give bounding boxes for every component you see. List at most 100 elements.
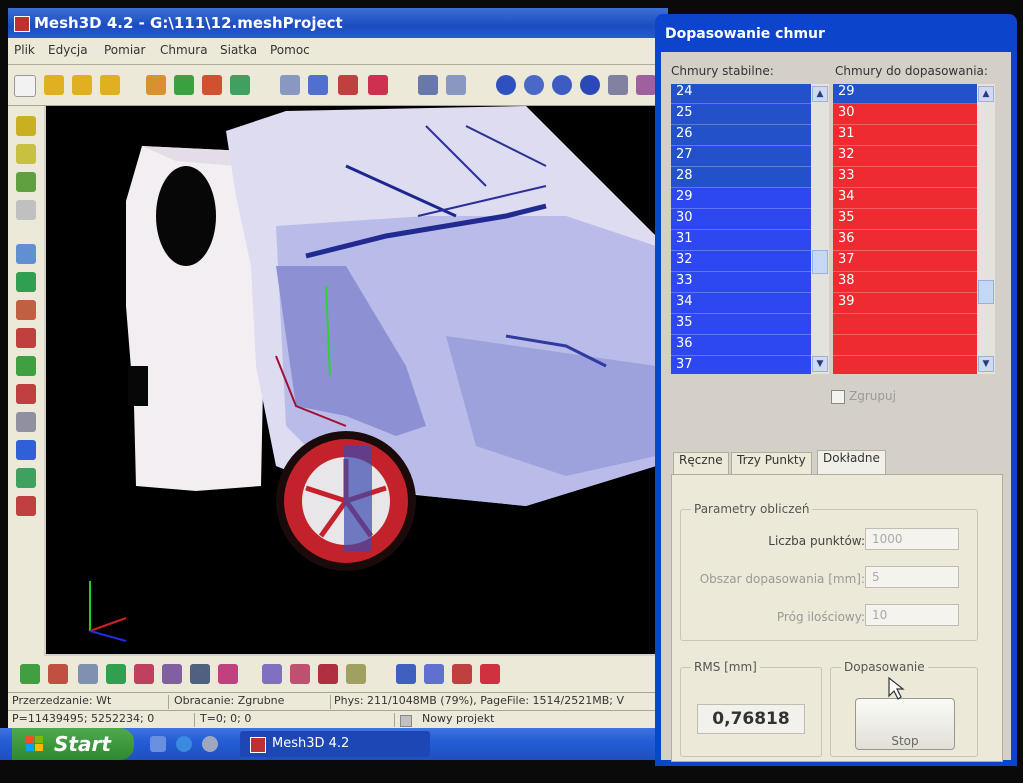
stable-cloud-item[interactable]: 28 bbox=[671, 168, 811, 188]
settings-icon[interactable] bbox=[636, 75, 656, 95]
move-icon[interactable] bbox=[16, 272, 36, 292]
scroll-up-icon[interactable]: ▲ bbox=[978, 86, 994, 102]
select-icon[interactable] bbox=[280, 75, 300, 95]
show-desktop-icon[interactable] bbox=[150, 736, 166, 752]
layers-edit-icon[interactable] bbox=[162, 664, 182, 684]
info-icon[interactable] bbox=[16, 200, 36, 220]
new-file-icon[interactable] bbox=[14, 75, 36, 97]
menu-chmura[interactable]: Chmura bbox=[160, 43, 208, 57]
scroll-up-icon[interactable]: ▲ bbox=[812, 86, 828, 102]
menu-pomoc[interactable]: Pomoc bbox=[270, 43, 310, 57]
redo-icon[interactable] bbox=[446, 75, 466, 95]
palette-icon[interactable] bbox=[218, 664, 238, 684]
line-icon[interactable] bbox=[190, 664, 210, 684]
cloud-tool-icon[interactable] bbox=[146, 75, 166, 95]
scroll-down-icon[interactable]: ▼ bbox=[812, 356, 828, 372]
menu-pomiar[interactable]: Pomiar bbox=[104, 43, 145, 57]
fit-cloud-item[interactable]: 36 bbox=[833, 231, 977, 251]
fit-cloud-item[interactable] bbox=[833, 336, 977, 356]
fit-cloud-item[interactable]: 32 bbox=[833, 147, 977, 167]
compare-icon[interactable] bbox=[452, 664, 472, 684]
pencil-icon[interactable] bbox=[16, 300, 36, 320]
fit-cloud-item[interactable]: 34 bbox=[833, 189, 977, 209]
decimate-icon[interactable] bbox=[318, 664, 338, 684]
smooth-icon[interactable] bbox=[290, 664, 310, 684]
fit-cloud-item[interactable]: 35 bbox=[833, 210, 977, 230]
hand-icon[interactable] bbox=[16, 412, 36, 432]
stop-button[interactable]: Stop bbox=[855, 698, 955, 750]
axis-x-icon[interactable] bbox=[16, 328, 36, 348]
fit-cloud-item[interactable]: 29 bbox=[833, 84, 977, 104]
mesh-tool-icon[interactable] bbox=[174, 75, 194, 95]
filter-icon[interactable] bbox=[262, 664, 282, 684]
pointer-icon[interactable] bbox=[78, 664, 98, 684]
terrain-icon[interactable] bbox=[16, 172, 36, 192]
mesh-merge-icon[interactable] bbox=[230, 75, 250, 95]
stable-cloud-item[interactable]: 25 bbox=[671, 105, 811, 125]
fit-cloud-item[interactable]: 31 bbox=[833, 126, 977, 146]
stable-cloud-item[interactable]: 31 bbox=[671, 231, 811, 251]
cube-solid-icon[interactable] bbox=[16, 440, 36, 460]
stable-cloud-item[interactable]: 36 bbox=[671, 336, 811, 356]
deviation-icon[interactable] bbox=[480, 664, 500, 684]
stable-cloud-item[interactable]: 24 bbox=[671, 84, 811, 104]
axis-z-icon[interactable] bbox=[16, 384, 36, 404]
stable-cloud-item[interactable]: 33 bbox=[671, 273, 811, 293]
register-icon[interactable] bbox=[424, 664, 444, 684]
import-icon[interactable] bbox=[72, 75, 92, 95]
group-checkbox[interactable] bbox=[831, 390, 845, 404]
rotate-view-icon[interactable] bbox=[524, 75, 544, 95]
points-count-field[interactable]: 1000 bbox=[865, 528, 959, 550]
fit-cloud-item[interactable]: 30 bbox=[833, 105, 977, 125]
fit-cloud-item[interactable] bbox=[833, 357, 977, 374]
grid-icon[interactable] bbox=[16, 144, 36, 164]
sphere-view-icon[interactable] bbox=[496, 75, 516, 95]
fit-cloud-item[interactable]: 39 bbox=[833, 294, 977, 314]
holes-icon[interactable] bbox=[346, 664, 366, 684]
cut-icon[interactable] bbox=[368, 75, 388, 95]
start-button[interactable]: Start bbox=[12, 728, 134, 760]
flag-icon[interactable] bbox=[134, 664, 154, 684]
axis-y-icon[interactable] bbox=[16, 356, 36, 376]
save-icon[interactable] bbox=[100, 75, 120, 95]
menu-edycja[interactable]: Edycja bbox=[48, 43, 88, 57]
3d-viewport[interactable] bbox=[46, 106, 656, 654]
stable-scrollbar[interactable]: ▲ ▼ bbox=[811, 84, 829, 374]
stable-cloud-item[interactable]: 30 bbox=[671, 210, 811, 230]
stable-cloud-item[interactable]: 35 bbox=[671, 315, 811, 335]
scroll-thumb[interactable] bbox=[978, 280, 994, 304]
menu-plik[interactable]: Plik bbox=[14, 43, 35, 57]
taskbar-item-mesh3d[interactable]: Mesh3D 4.2 bbox=[240, 731, 430, 757]
fit-cloud-item[interactable]: 38 bbox=[833, 273, 977, 293]
undo-icon[interactable] bbox=[418, 75, 438, 95]
stable-cloud-item[interactable]: 27 bbox=[671, 147, 811, 167]
fit-scrollbar[interactable]: ▲ ▼ bbox=[977, 84, 995, 374]
stable-cloud-item[interactable]: 26 bbox=[671, 126, 811, 146]
tab-trzy-punkty[interactable]: Trzy Punkty bbox=[731, 452, 812, 475]
threshold-field[interactable]: 10 bbox=[865, 604, 959, 626]
stable-cloud-item[interactable]: 32 bbox=[671, 252, 811, 272]
fit-area-field[interactable]: 5 bbox=[865, 566, 959, 588]
delete-points-icon[interactable] bbox=[338, 75, 358, 95]
mesh-edit-icon[interactable] bbox=[202, 75, 222, 95]
layers-icon[interactable] bbox=[16, 116, 36, 136]
light-view-icon[interactable] bbox=[580, 75, 600, 95]
magnet-icon[interactable] bbox=[308, 75, 328, 95]
tab-reczne[interactable]: Ręczne bbox=[673, 452, 729, 475]
tab-dokladne[interactable]: Dokładne bbox=[817, 450, 886, 476]
render-icon[interactable] bbox=[608, 75, 628, 95]
cube-points-icon[interactable] bbox=[16, 496, 36, 516]
fit-cloud-item[interactable]: 37 bbox=[833, 252, 977, 272]
triangle-edit-icon[interactable] bbox=[48, 664, 68, 684]
fit-cloud-item[interactable] bbox=[833, 315, 977, 335]
menu-siatka[interactable]: Siatka bbox=[220, 43, 257, 57]
stable-cloud-item[interactable]: 29 bbox=[671, 189, 811, 209]
scroll-down-icon[interactable]: ▼ bbox=[978, 356, 994, 372]
zoom-view-icon[interactable] bbox=[552, 75, 572, 95]
media-player-icon[interactable] bbox=[202, 736, 218, 752]
fill-icon[interactable] bbox=[106, 664, 126, 684]
open-icon[interactable] bbox=[44, 75, 64, 95]
align-icon[interactable] bbox=[396, 664, 416, 684]
triangle-icon[interactable] bbox=[20, 664, 40, 684]
internet-explorer-icon[interactable] bbox=[176, 736, 192, 752]
